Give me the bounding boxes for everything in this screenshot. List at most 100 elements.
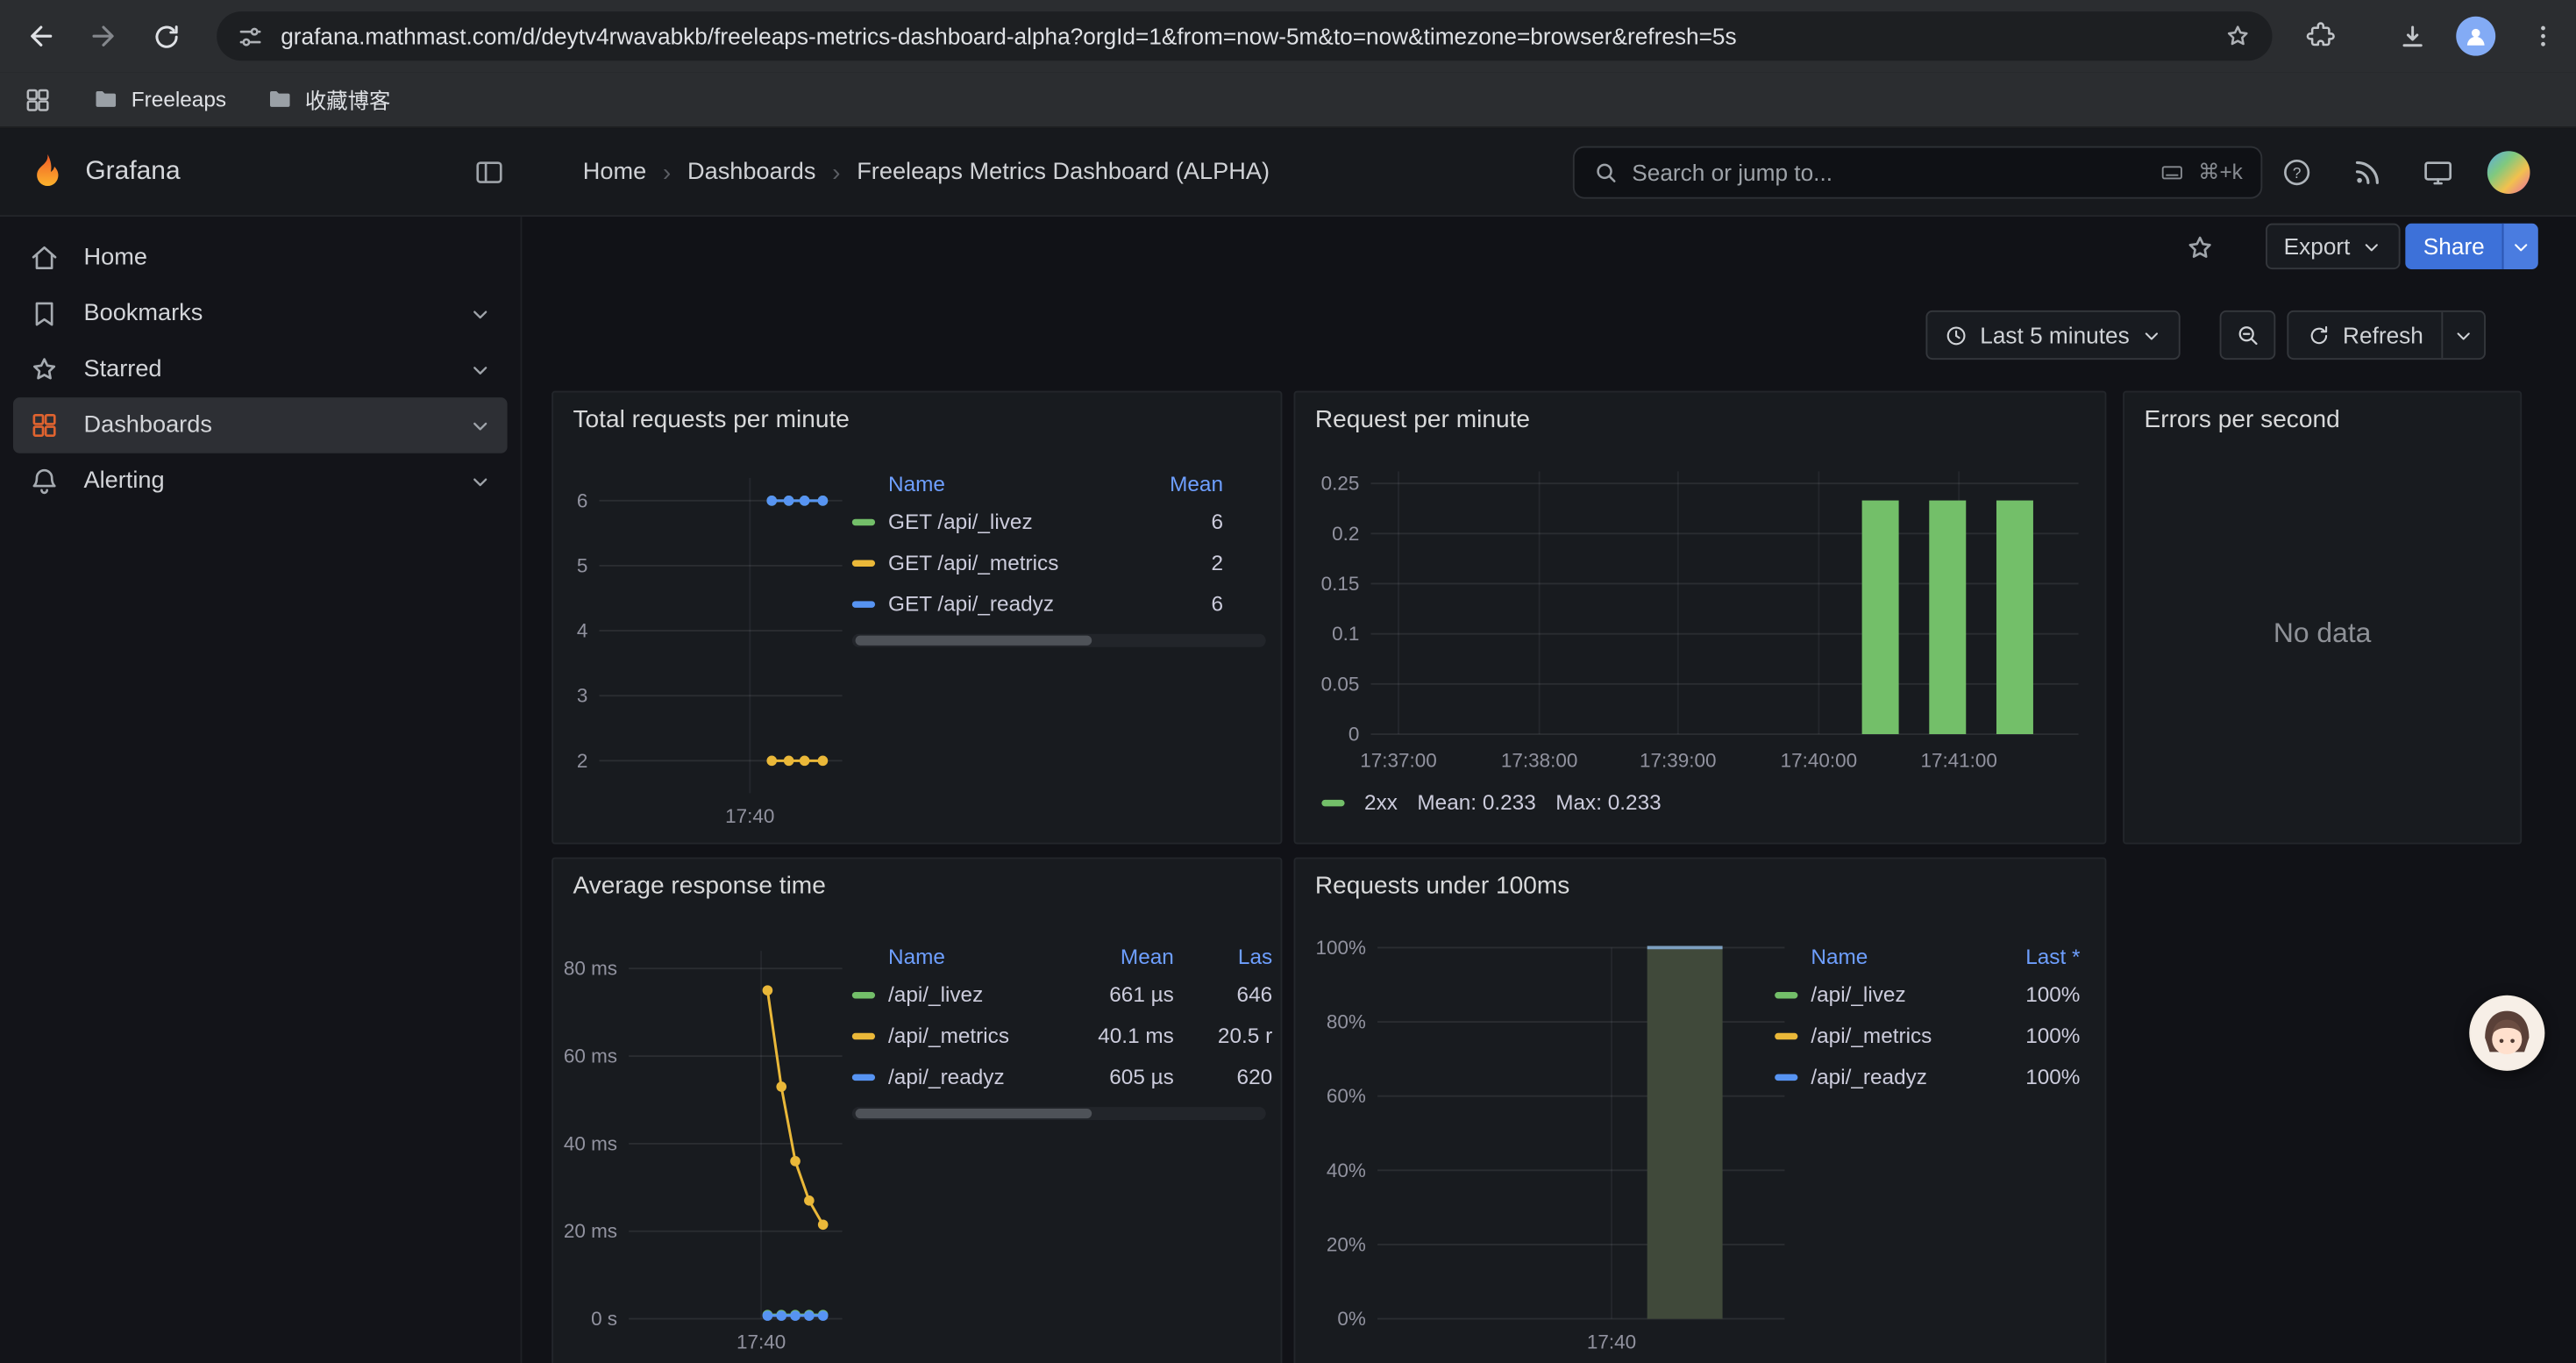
time-range-picker[interactable]: Last 5 minutes (1925, 310, 2180, 360)
series-last: 620 (1193, 1064, 1272, 1088)
legend-col-mean[interactable]: Mean (1144, 470, 1223, 495)
series-swatch (1775, 1074, 1797, 1080)
site-info-icon[interactable] (237, 22, 265, 50)
svg-text:0.15: 0.15 (1321, 573, 1360, 595)
sidebar-item-home[interactable]: Home (13, 230, 508, 286)
share-menu-button[interactable] (2502, 224, 2538, 269)
help-button[interactable]: ? (2281, 156, 2313, 189)
search-bar[interactable]: ⌘+k (1573, 146, 2262, 199)
keyboard-icon (2159, 160, 2185, 186)
share-button[interactable]: Share (2405, 224, 2502, 269)
series-mean: 6 (1144, 591, 1223, 616)
zoom-out-icon (2234, 322, 2260, 348)
search-icon (1592, 160, 1619, 186)
svg-text:0.05: 0.05 (1321, 673, 1360, 695)
grafana-logo[interactable] (26, 151, 69, 194)
legend-row[interactable]: /api/_livez 661 µs 646 (852, 974, 1272, 1015)
chevron-down-icon[interactable] (468, 302, 493, 326)
legend-scrollbar[interactable] (852, 634, 1266, 647)
profile-avatar[interactable] (2456, 17, 2495, 56)
chevron-down-icon[interactable] (468, 469, 493, 494)
legend-row[interactable]: /api/_metrics 40.1 ms 20.5 r (852, 1015, 1272, 1056)
legend-row[interactable]: GET /api/_livez 6 (852, 501, 1272, 542)
browser-menu-button[interactable] (2525, 18, 2561, 54)
breadcrumb-dashboards[interactable]: Dashboards (687, 160, 815, 186)
legend-scrollbar[interactable] (852, 1107, 1266, 1120)
panel-errors-per-second: Errors per second No data (2123, 391, 2522, 845)
news-button[interactable] (2351, 156, 2383, 189)
svg-text:0.25: 0.25 (1321, 473, 1360, 495)
series-swatch (852, 600, 875, 606)
folder-icon (266, 85, 294, 113)
star-icon (28, 353, 60, 386)
svg-text:17:40: 17:40 (737, 1331, 786, 1352)
svg-text:6: 6 (577, 489, 588, 511)
arrow-right-icon (87, 19, 119, 52)
folder-icon (92, 85, 120, 113)
panel-left-icon (473, 156, 505, 189)
sidebar-item-bookmarks[interactable]: Bookmarks (13, 286, 508, 342)
refresh-button[interactable]: Refresh (2288, 312, 2441, 358)
downloads-button[interactable] (2394, 18, 2430, 54)
scrollbar-thumb[interactable] (856, 636, 1092, 646)
legend-col-last[interactable]: Las (1193, 944, 1272, 968)
url-input[interactable] (281, 23, 2206, 49)
panel-title[interactable]: Total requests per minute (573, 406, 850, 434)
bookmark-star-icon[interactable] (2223, 21, 2252, 51)
address-bar[interactable] (217, 11, 2272, 61)
svg-text:17:40: 17:40 (725, 805, 774, 827)
breadcrumb-current: Freeleaps Metrics Dashboard (ALPHA) (857, 160, 1270, 186)
favorite-dashboard-button[interactable] (2183, 232, 2216, 264)
legend-col-name[interactable]: Name (1811, 944, 2001, 968)
reload-button[interactable] (148, 18, 184, 54)
apps-grid-icon[interactable] (23, 84, 53, 114)
forward-button[interactable] (85, 18, 121, 54)
svg-text:100%: 100% (1315, 937, 1365, 959)
legend-col-name[interactable]: Name (888, 470, 1144, 495)
legend-row[interactable]: /api/_readyz 605 µs 620 (852, 1056, 1272, 1097)
breadcrumb-home[interactable]: Home (583, 160, 646, 186)
export-button[interactable]: Export (2266, 224, 2401, 269)
scrollbar-thumb[interactable] (856, 1109, 1092, 1118)
search-input[interactable] (1632, 160, 2145, 186)
panel-title[interactable]: Errors per second (2144, 406, 2339, 434)
total-requests-chart: 17:4065432 (563, 455, 852, 836)
bookmark-folder-blogs[interactable]: 收藏博客 (266, 83, 390, 115)
kiosk-mode-button[interactable] (2422, 156, 2454, 189)
user-avatar[interactable] (2487, 151, 2530, 194)
legend-col-last[interactable]: Last * (2002, 944, 2081, 968)
panel-title[interactable]: Request per minute (1315, 406, 1530, 434)
back-button[interactable] (23, 18, 59, 54)
series-name[interactable]: 2xx (1364, 790, 1398, 815)
legend-col-mean[interactable]: Mean (1082, 944, 1174, 968)
svg-text:20%: 20% (1327, 1233, 1366, 1255)
sidebar-item-starred[interactable]: Starred (13, 341, 508, 397)
assistant-avatar-widget[interactable] (2469, 995, 2544, 1071)
sidebar-item-alerting[interactable]: Alerting (13, 453, 508, 510)
breadcrumb-separator: › (832, 159, 840, 187)
zoom-out-time-button[interactable] (2220, 310, 2276, 360)
series-mean: 6 (1144, 509, 1223, 533)
sidebar-item-dashboards[interactable]: Dashboards (13, 397, 508, 453)
refresh-interval-button[interactable] (2441, 312, 2484, 358)
download-icon (2396, 20, 2428, 52)
legend-row[interactable]: /api/_livez 100% (1775, 974, 2096, 1015)
chevron-down-icon[interactable] (468, 413, 493, 438)
extensions-button[interactable] (2302, 18, 2338, 54)
legend-row[interactable]: GET /api/_metrics 2 (852, 542, 1272, 583)
sidebar-toggle-button[interactable] (473, 156, 505, 189)
panel-title[interactable]: Requests under 100ms (1315, 872, 1569, 900)
series-name: /api/_livez (1811, 982, 2001, 1007)
screen: Freeleaps 收藏博客 Grafana Home › Dashboards… (0, 0, 2576, 1363)
series-mean: 2 (1144, 550, 1223, 574)
sidebar-item-label: Home (83, 245, 146, 271)
brand-title: Grafana (85, 128, 180, 217)
chevron-down-icon[interactable] (468, 357, 493, 382)
legend-row[interactable]: /api/_metrics 100% (1775, 1015, 2096, 1056)
legend-row[interactable]: /api/_readyz 100% (1775, 1056, 2096, 1097)
panel-title[interactable]: Average response time (573, 872, 826, 900)
legend-row[interactable]: GET /api/_readyz 6 (852, 583, 1272, 624)
legend-col-name[interactable]: Name (888, 944, 1082, 968)
bookmark-folder-freeleaps[interactable]: Freeleaps (92, 85, 226, 113)
export-label: Export (2284, 233, 2351, 260)
